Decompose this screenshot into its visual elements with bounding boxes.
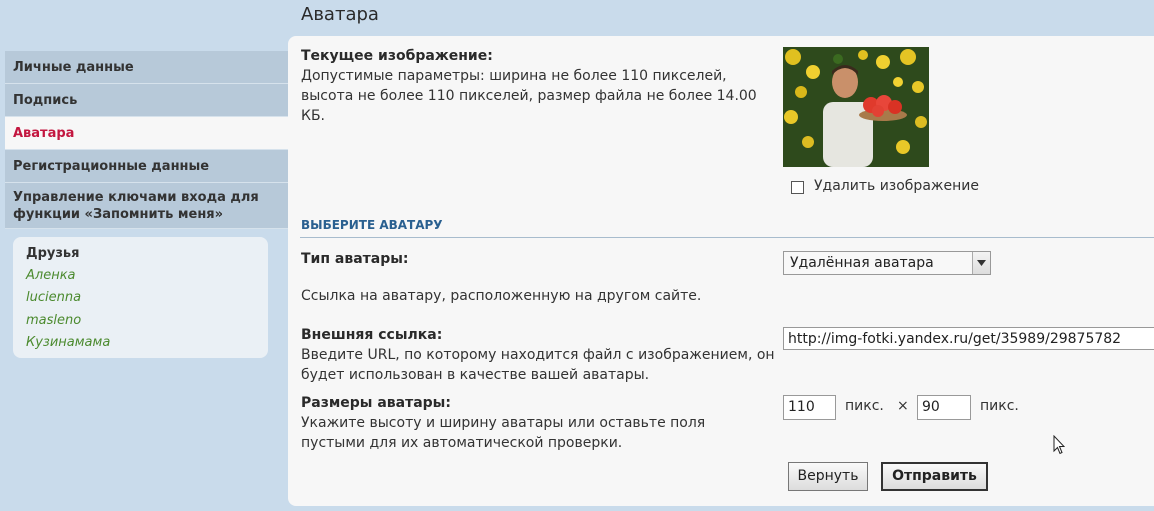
current-image-title: Текущее изображение: <box>301 48 493 64</box>
sidebar: Личные данные Подпись Аватара Регистраци… <box>5 51 288 229</box>
submit-button[interactable]: Отправить <box>881 462 988 491</box>
avatar-height-input[interactable]: 90 <box>917 395 971 420</box>
avatar-type-select[interactable]: Удалённая аватара <box>783 251 991 275</box>
current-image-desc: Допустимые параметры: ширина не более 11… <box>301 68 757 124</box>
friend-link[interactable]: Кузинамама <box>26 335 110 350</box>
height-unit: пикс. <box>980 398 1019 414</box>
delete-image-label: Удалить изображение <box>814 178 979 194</box>
section-divider <box>300 237 1154 238</box>
avatar-size-label: Размеры аватары: <box>301 395 451 411</box>
avatar-size-desc: Укажите высоту и ширину аватары или оста… <box>301 415 706 451</box>
friend-link[interactable]: masleno <box>26 313 81 328</box>
friends-title: Друзья <box>26 246 80 261</box>
chevron-down-icon <box>972 252 990 274</box>
page-title: Аватара <box>301 4 379 25</box>
friend-link[interactable]: Аленка <box>26 268 76 283</box>
main-panel: Текущее изображение: Допустимые параметр… <box>288 36 1154 506</box>
avatar-type-value: Удалённая аватара <box>790 255 934 271</box>
times-sign: × <box>897 398 909 414</box>
external-url-input[interactable]: http://img-fotki.yandex.ru/get/35989/298… <box>783 327 1154 350</box>
width-unit: пикс. <box>845 398 884 414</box>
avatar-width-input[interactable]: 110 <box>783 395 836 420</box>
sidebar-item-signature[interactable]: Подпись <box>5 84 288 117</box>
avatar-type-desc: Ссылка на аватару, расположенную на друг… <box>301 288 702 304</box>
avatar-type-label: Тип аватары: <box>301 251 409 267</box>
section-heading: ВЫБЕРИТЕ АВАТАРУ <box>301 218 443 232</box>
sidebar-item-personal[interactable]: Личные данные <box>5 51 288 84</box>
friend-link[interactable]: lucienna <box>26 290 81 305</box>
external-link-desc: Введите URL, по которому находится файл … <box>301 347 775 383</box>
friends-box: Друзья Аленка lucienna masleno Кузинамам… <box>13 237 268 358</box>
sidebar-item-registration[interactable]: Регистрационные данные <box>5 150 288 183</box>
external-link-label: Внешняя ссылка: <box>301 327 443 343</box>
sidebar-item-avatar[interactable]: Аватара <box>5 117 288 150</box>
mouse-cursor-icon <box>1053 434 1066 459</box>
reset-button[interactable]: Вернуть <box>788 462 868 491</box>
current-avatar-image <box>783 47 929 167</box>
delete-image-checkbox[interactable] <box>791 181 804 194</box>
sidebar-item-remember-keys[interactable]: Управление ключами входа для функции «За… <box>5 183 288 229</box>
